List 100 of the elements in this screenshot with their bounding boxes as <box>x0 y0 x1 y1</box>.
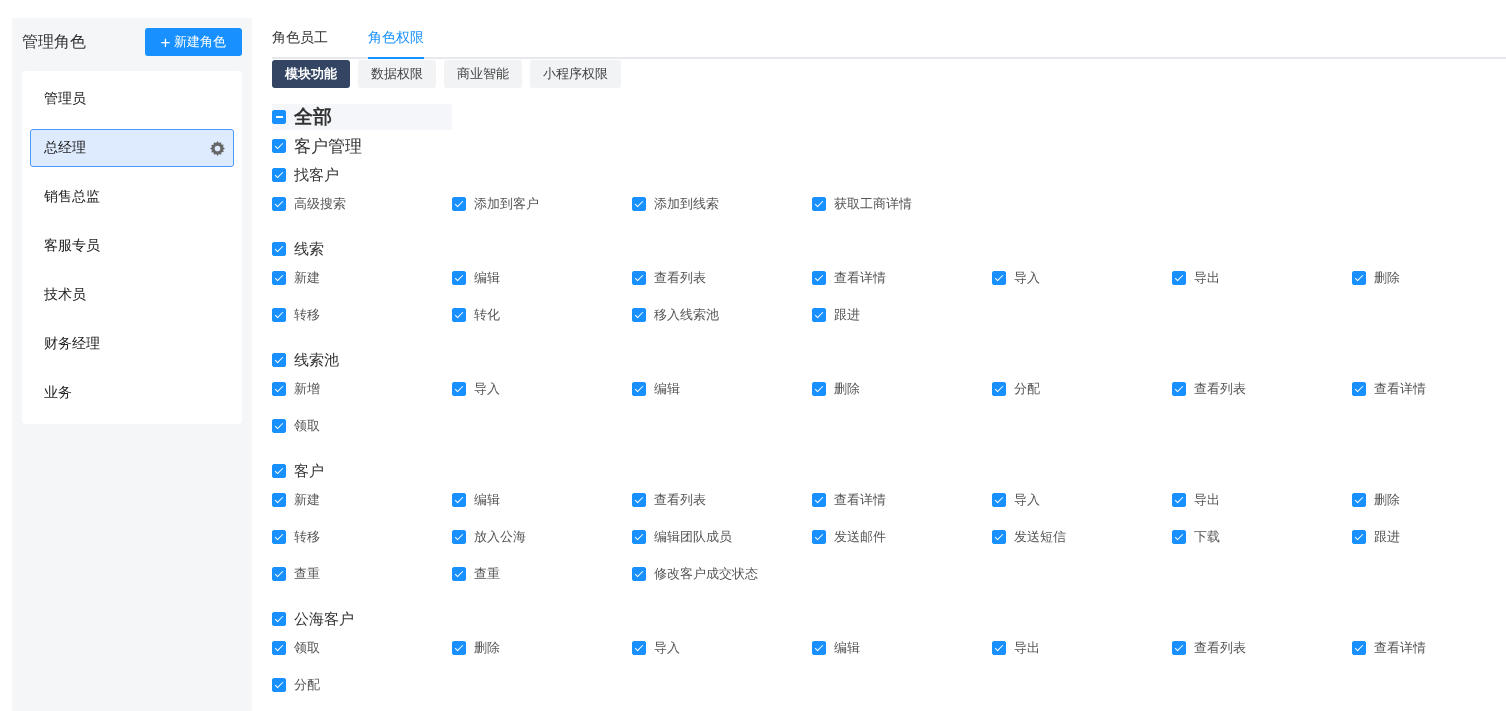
sub-tab[interactable]: 数据权限 <box>358 60 436 88</box>
checkbox[interactable] <box>272 530 286 544</box>
checkbox[interactable] <box>272 271 286 285</box>
checkbox[interactable] <box>632 382 646 396</box>
checkbox[interactable] <box>632 197 646 211</box>
checkbox[interactable] <box>1352 382 1366 396</box>
checkbox[interactable] <box>632 308 646 322</box>
checkbox[interactable] <box>452 308 466 322</box>
checkbox-label: 下载 <box>1194 528 1220 546</box>
checkbox[interactable] <box>812 308 826 322</box>
sub-tab[interactable]: 模块功能 <box>272 60 350 88</box>
checkbox[interactable] <box>272 168 286 182</box>
checkbox[interactable] <box>992 641 1006 655</box>
checkbox[interactable] <box>812 641 826 655</box>
checkbox[interactable] <box>1352 530 1366 544</box>
checkbox[interactable] <box>272 139 286 153</box>
checkbox-label: 查看列表 <box>1194 639 1246 657</box>
checkbox[interactable] <box>992 382 1006 396</box>
tab[interactable]: 角色员工 <box>272 18 328 59</box>
checkbox[interactable] <box>452 493 466 507</box>
checkbox[interactable] <box>272 110 286 124</box>
checkbox[interactable] <box>632 641 646 655</box>
checkbox-label: 查看详情 <box>1374 380 1426 398</box>
checkbox[interactable] <box>272 197 286 211</box>
checkbox-label: 导入 <box>1014 491 1040 509</box>
checkbox-label: 全部 <box>294 105 332 129</box>
checkbox[interactable] <box>272 242 286 256</box>
checkbox-label: 放入公海 <box>474 528 526 546</box>
checkbox[interactable] <box>992 271 1006 285</box>
checkbox[interactable] <box>1352 493 1366 507</box>
checkbox[interactable] <box>812 493 826 507</box>
checkbox-label: 新增 <box>294 380 320 398</box>
role-item[interactable]: 销售总监 <box>30 178 234 216</box>
checkbox[interactable] <box>452 567 466 581</box>
checkbox-label: 修改客户成交状态 <box>654 565 758 583</box>
checkbox[interactable] <box>452 271 466 285</box>
checkbox-label: 领取 <box>294 639 320 657</box>
checkbox-label: 导出 <box>1014 639 1040 657</box>
checkbox-label: 添加到线索 <box>654 195 719 213</box>
checkbox[interactable] <box>272 641 286 655</box>
checkbox[interactable] <box>1352 271 1366 285</box>
checkbox[interactable] <box>812 271 826 285</box>
checkbox[interactable] <box>272 612 286 626</box>
role-item[interactable]: 技术员 <box>30 276 234 314</box>
checkbox-label: 导入 <box>654 639 680 657</box>
role-item[interactable]: 财务经理 <box>30 325 234 363</box>
module-label: 客户管理 <box>294 135 362 158</box>
checkbox[interactable] <box>452 197 466 211</box>
checkbox-label: 转移 <box>294 528 320 546</box>
checkbox[interactable] <box>272 464 286 478</box>
checkbox[interactable] <box>452 641 466 655</box>
checkbox[interactable] <box>632 530 646 544</box>
role-item[interactable]: 客服专员 <box>30 227 234 265</box>
checkbox-label: 导出 <box>1194 491 1220 509</box>
checkbox-label: 新建 <box>294 269 320 287</box>
checkbox[interactable] <box>1352 641 1366 655</box>
checkbox-label: 移入线索池 <box>654 306 719 324</box>
checkbox[interactable] <box>812 382 826 396</box>
checkbox[interactable] <box>1172 493 1186 507</box>
checkbox[interactable] <box>1172 382 1186 396</box>
sub-tab[interactable]: 小程序权限 <box>530 60 621 88</box>
checkbox[interactable] <box>272 678 286 692</box>
checkbox[interactable] <box>632 493 646 507</box>
checkbox[interactable] <box>272 308 286 322</box>
checkbox[interactable] <box>812 530 826 544</box>
checkbox-label: 编辑团队成员 <box>654 528 732 546</box>
checkbox-label: 查重 <box>474 565 500 583</box>
group-label: 线索 <box>294 239 324 259</box>
role-item[interactable]: 总经理 <box>30 129 234 167</box>
checkbox-label: 查看详情 <box>1374 639 1426 657</box>
checkbox[interactable] <box>1172 271 1186 285</box>
checkbox-label: 导入 <box>1014 269 1040 287</box>
sub-tab[interactable]: 商业智能 <box>444 60 522 88</box>
checkbox-label: 高级搜索 <box>294 195 346 213</box>
checkbox-label: 查重 <box>294 565 320 583</box>
checkbox[interactable] <box>272 419 286 433</box>
checkbox[interactable] <box>992 493 1006 507</box>
checkbox[interactable] <box>1172 530 1186 544</box>
checkbox[interactable] <box>452 382 466 396</box>
role-item[interactable]: 管理员 <box>30 80 234 118</box>
checkbox[interactable] <box>452 530 466 544</box>
checkbox-label: 跟进 <box>834 306 860 324</box>
checkbox[interactable] <box>272 382 286 396</box>
checkbox[interactable] <box>992 530 1006 544</box>
checkbox-label: 查看详情 <box>834 491 886 509</box>
checkbox[interactable] <box>812 197 826 211</box>
checkbox-label: 编辑 <box>474 269 500 287</box>
checkbox[interactable] <box>632 271 646 285</box>
checkbox[interactable] <box>1172 641 1186 655</box>
checkbox-label: 编辑 <box>474 491 500 509</box>
group-label: 公海客户 <box>294 609 354 629</box>
checkbox-label: 编辑 <box>834 639 860 657</box>
checkbox[interactable] <box>272 493 286 507</box>
checkbox-label: 分配 <box>1014 380 1040 398</box>
checkbox[interactable] <box>632 567 646 581</box>
checkbox-label: 发送邮件 <box>834 528 886 546</box>
gear-icon[interactable] <box>210 140 225 156</box>
checkbox[interactable] <box>272 567 286 581</box>
role-item[interactable]: 业务 <box>30 374 234 412</box>
checkbox[interactable] <box>272 353 286 367</box>
